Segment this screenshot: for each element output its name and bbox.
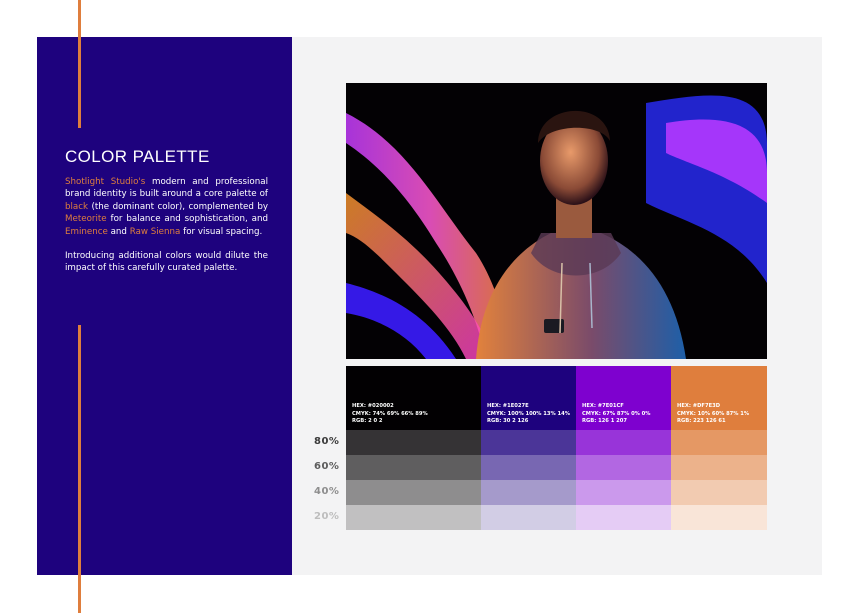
description-paragraph-1: Shotlight Studio's modern and profession… [65, 176, 268, 238]
tint-cell [481, 505, 576, 530]
swatch-cmyk: CMYK: 67% 87% 0% 0% [582, 410, 651, 417]
tint-cell [576, 505, 671, 530]
tint-cell [346, 480, 481, 505]
tint-percent-label: 40% [314, 486, 340, 497]
swatch-rgb: RGB: 223 126 61 [677, 418, 726, 425]
tint-cell [576, 480, 671, 505]
swatch-black: HEX: #020002 CMYK: 74% 69% 66% 89% RGB: … [346, 366, 481, 430]
swatch-hex: HEX: #1E027E [487, 403, 529, 410]
swatch-rgb: RGB: 2 0 2 [352, 418, 383, 425]
color-name-black: black [65, 201, 89, 212]
swatch-eminence: HEX: #7E01CF CMYK: 67% 87% 0% 0% RGB: 12… [576, 366, 671, 430]
tint-cell [671, 430, 767, 455]
portrait-illustration [346, 83, 767, 359]
swatch-info: HEX: #020002 CMYK: 74% 69% 66% 89% RGB: … [352, 403, 428, 426]
hero-photo [346, 83, 767, 359]
description-paragraph-2: Introducing additional colors would dilu… [65, 251, 268, 274]
swatch-rgb: RGB: 126 1 207 [582, 418, 627, 425]
text-segment: for balance and sophistication, and [106, 214, 268, 225]
tint-cell [346, 430, 481, 455]
tint-cell [481, 455, 576, 480]
swatch-info: HEX: #DF7E3D CMYK: 10% 60% 87% 1% RGB: 2… [677, 403, 749, 426]
swatch-rgb: RGB: 30 2 126 [487, 418, 529, 425]
tint-cell [671, 480, 767, 505]
tint-cell [481, 480, 576, 505]
swatch-cmyk: CMYK: 74% 69% 66% 89% [352, 410, 428, 417]
left-panel [37, 37, 292, 575]
text-segment: and [107, 226, 130, 237]
color-name-meteorite: Meteorite [65, 214, 107, 225]
text-segment: for visual spacing. [180, 226, 263, 237]
swatch-raw-sienna: HEX: #DF7E3D CMYK: 10% 60% 87% 1% RGB: 2… [671, 366, 767, 430]
swatch-cmyk: CMYK: 100% 100% 13% 14% [487, 410, 570, 417]
tint-percent-label: 20% [314, 511, 340, 522]
swatch-cmyk: CMYK: 10% 60% 87% 1% [677, 410, 750, 417]
swatch-info: HEX: #1E027E CMYK: 100% 100% 13% 14% RGB… [487, 403, 570, 426]
tint-percent-label: 60% [314, 461, 340, 472]
swatch-hex: HEX: #DF7E3D [677, 403, 721, 410]
swatch-info: HEX: #7E01CF CMYK: 67% 87% 0% 0% RGB: 12… [582, 403, 651, 426]
swatch-hex: HEX: #020002 [352, 403, 394, 410]
tint-percent-label: 80% [314, 436, 340, 447]
tint-cell [576, 430, 671, 455]
tint-cell [671, 455, 767, 480]
tint-cell [481, 430, 576, 455]
tint-cell [346, 505, 481, 530]
description: Shotlight Studio's modern and profession… [65, 176, 268, 287]
brand-name: Shotlight Studio's [65, 177, 146, 187]
color-name-eminence: Eminence [65, 226, 108, 237]
page-title: COLOR PALETTE [65, 147, 210, 166]
color-name-raw-sienna: Raw Sienna [129, 226, 181, 237]
swatch-meteorite: HEX: #1E027E CMYK: 100% 100% 13% 14% RGB… [481, 366, 576, 430]
text-segment: (the dominant color), complemented by [88, 201, 269, 212]
tint-cell [576, 455, 671, 480]
tint-cell [346, 455, 481, 480]
accent-line-bottom-overlay [78, 325, 81, 613]
tint-cell [671, 505, 767, 530]
accent-line-top-overlay [78, 0, 81, 128]
swatch-hex: HEX: #7E01CF [582, 403, 624, 410]
